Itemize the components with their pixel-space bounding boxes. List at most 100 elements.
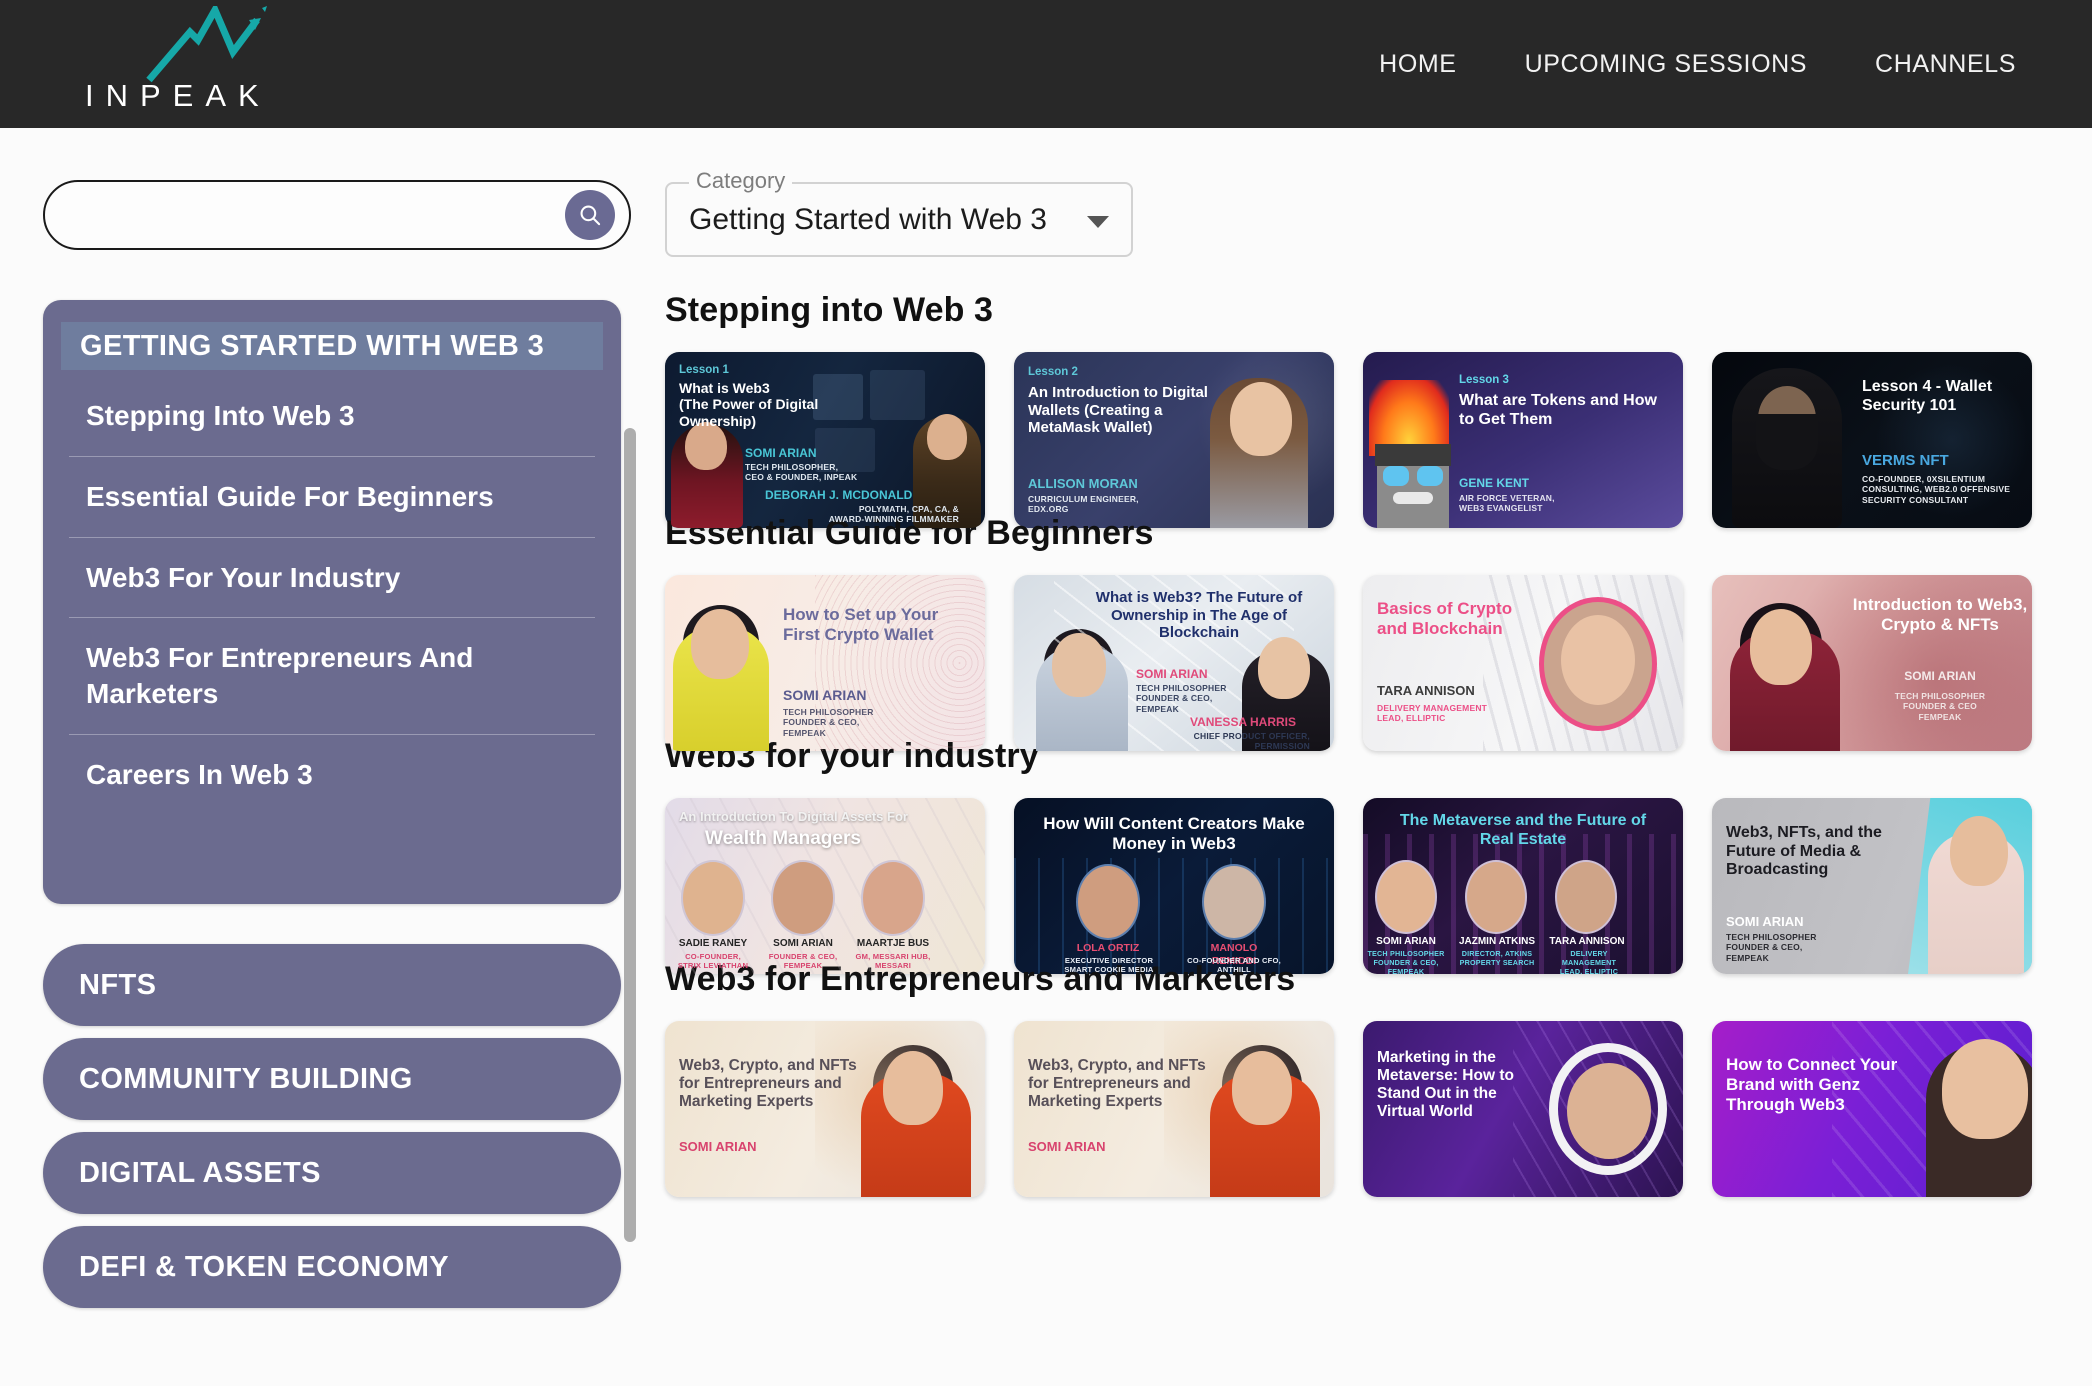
card-headline: Web3, Crypto, and NFTs for Entrepreneurs… (1028, 1057, 1206, 1111)
video-card[interactable]: How to Set up Your First Crypto Wallet S… (665, 575, 985, 751)
card-headline: Wealth Managers (705, 828, 861, 849)
card-speaker-role: TECH PHILOSOPHER FOUNDER & CEO, FEMPEAK (1367, 949, 1445, 974)
main-nav: HOME UPCOMING SESSIONS CHANNELS (1379, 0, 2016, 128)
card-eyebrow: Lesson 3 (1459, 374, 1509, 386)
card-headline: Web3, NFTs, and the Future of Media & Br… (1726, 824, 1882, 879)
card-speaker-role: EXECUTIVE DIRECTOR SMART COOKIE MEDIA (1064, 956, 1154, 974)
sidebar-item-web3-for-entrepreneurs[interactable]: Web3 For Entrepreneurs And Marketers (69, 618, 595, 736)
video-card[interactable]: Lesson 4 - Wallet Security 101 VERMS NFT… (1712, 352, 2032, 528)
card-eyebrow: Lesson 1 (679, 364, 729, 376)
card-eyebrow: Lesson 2 (1028, 366, 1078, 378)
card-speaker-role: TECH PHILOSOPHER FOUNDER & CEO FEMPEAK (1894, 691, 1986, 722)
category-select[interactable]: Category Getting Started with Web 3 (665, 168, 1133, 257)
search-box[interactable] (43, 180, 631, 250)
sidebar-group-defi-token-economy[interactable]: DEFI & TOKEN ECONOMY (43, 1226, 621, 1308)
card-speaker-name: SOMI ARIAN (1904, 669, 1976, 683)
video-card[interactable]: Basics of Crypto and Blockchain TARA ANN… (1363, 575, 1683, 751)
section-stepping-into-web3: Stepping into Web 3 Lesson 1 What is Web… (665, 291, 2085, 528)
card-speaker-name: SADIE RANEY (678, 938, 748, 949)
card-speaker-role: DELIVERY MANAGEMENT LEAD, ELLIPTIC (1559, 949, 1619, 974)
card-speaker-role: DELIVERY MANAGEMENT LEAD, ELLIPTIC (1377, 703, 1488, 724)
section-essential-guide: Essential Guide for Beginners How to Set… (665, 514, 2085, 751)
sidebar-group-header-active[interactable]: GETTING STARTED WITH WEB 3 (61, 322, 603, 370)
sidebar-group-getting-started: GETTING STARTED WITH WEB 3 Stepping Into… (43, 300, 621, 904)
card-speaker-name: LOLA ORTIZ (1076, 942, 1140, 954)
card-speaker-name: DEBORAH J. MCDONALD (765, 488, 913, 502)
sidebar: GETTING STARTED WITH WEB 3 Stepping Into… (0, 128, 640, 1386)
card-speaker-name: SOMI ARIAN (1726, 914, 1804, 929)
search-icon (580, 205, 601, 226)
card-speaker-name: SOMI ARIAN (783, 687, 867, 703)
sidebar-item-stepping-into-web3[interactable]: Stepping Into Web 3 (69, 376, 595, 457)
main-content: Category Getting Started with Web 3 Step… (640, 128, 2092, 1386)
section-title: Stepping into Web 3 (665, 291, 994, 329)
video-card[interactable]: How to Connect Your Brand with Genz Thro… (1712, 1021, 2032, 1197)
card-speaker-role: CHIEF PRODUCT OFFICER, PERMISSION (1193, 731, 1310, 751)
card-speaker-role: TECH PHILOSOPHER FOUNDER & CEO, FEMPEAK (1726, 932, 1817, 963)
card-speaker-name: TARA ANNISON (1549, 936, 1625, 947)
card-headline: An Introduction to Digital Wallets (Crea… (1028, 384, 1208, 437)
sidebar-group-digital-assets[interactable]: DIGITAL ASSETS (43, 1132, 621, 1214)
search-button[interactable] (565, 190, 615, 240)
card-speaker-role: DIRECTOR, ATKINS PROPERTY SEARCH (1459, 949, 1535, 967)
card-speaker-name: MAARTJE BUS (856, 938, 930, 949)
video-card[interactable]: What is Web3? The Future of Ownership in… (1014, 575, 1334, 751)
category-select-legend: Category (689, 168, 793, 194)
video-card[interactable]: Marketing in the Metaverse: How to Stand… (1363, 1021, 1683, 1197)
card-headline: Basics of Crypto and Blockchain (1377, 599, 1513, 638)
card-headline: What is Web3 (The Power of Digital Owner… (679, 380, 819, 429)
video-card[interactable]: Introduction to Web3, Crypto & NFTs SOMI… (1712, 575, 2032, 751)
sidebar-item-web3-for-your-industry[interactable]: Web3 For Your Industry (69, 538, 595, 619)
video-card[interactable]: Web3, NFTs, and the Future of Media & Br… (1712, 798, 2032, 974)
nav-item-channels[interactable]: CHANNELS (1875, 50, 2016, 79)
card-row: Web3, Crypto, and NFTs for Entrepreneurs… (665, 1021, 2085, 1197)
search-input[interactable] (71, 201, 565, 229)
video-card[interactable]: The Metaverse and the Future of Real Est… (1363, 798, 1683, 974)
sidebar-scrollbar[interactable] (624, 428, 636, 1242)
card-speaker-role: TECH PHILOSOPHER FOUNDER & CEO, FEMPEAK (783, 707, 874, 738)
category-select-value: Getting Started with Web 3 (689, 203, 1047, 236)
video-card[interactable]: Web3, Crypto, and NFTs for Entrepreneurs… (665, 1021, 985, 1197)
card-headline: Marketing in the Metaverse: How to Stand… (1377, 1049, 1514, 1121)
card-speaker-name: SOMI ARIAN (679, 1139, 757, 1154)
card-speaker-role: TECH PHILOSOPHER FOUNDER & CEO, FEMPEAK (1136, 683, 1227, 714)
video-card[interactable]: Web3, Crypto, and NFTs for Entrepreneurs… (1014, 1021, 1334, 1197)
card-speaker-name: GENE KENT (1459, 476, 1530, 490)
card-speaker-name: SOMI ARIAN (1376, 936, 1436, 947)
card-speaker-role: AIR FORCE VETERAN, WEB3 EVANGELIST (1459, 493, 1555, 514)
card-speaker-role: CURRICULUM ENGINEER, EDX.ORG (1028, 494, 1139, 515)
sidebar-group-community-building[interactable]: COMMUNITY BUILDING (43, 1038, 621, 1120)
top-navigation-bar: INPEAK HOME UPCOMING SESSIONS CHANNELS (0, 0, 2092, 128)
video-card[interactable]: Lesson 2 An Introduction to Digital Wall… (1014, 352, 1334, 528)
video-card[interactable]: How Will Content Creators Make Money in … (1014, 798, 1334, 974)
card-speaker-name: VERMS NFT (1862, 452, 1949, 469)
card-headline: Lesson 4 - Wallet Security 101 (1862, 378, 1993, 414)
card-row: Lesson 1 What is Web3 (The Power of Digi… (665, 352, 2085, 528)
sidebar-group-nfts[interactable]: NFTS (43, 944, 621, 1026)
card-speaker-role: CO-FOUNDER, STRIX LEVIATHAN (677, 952, 749, 971)
card-headline: How to Set up Your First Crypto Wallet (783, 605, 939, 644)
sidebar-item-careers-in-web3[interactable]: Careers In Web 3 (69, 735, 595, 815)
card-speaker-name: SOMI ARIAN (1136, 667, 1208, 681)
section-web3-for-entrepreneurs: Web3 for Entrepreneurs and Marketers Web… (665, 960, 2085, 1197)
brand-logo[interactable]: INPEAK (85, 4, 345, 122)
card-speaker-name: TARA ANNISON (1377, 683, 1475, 698)
card-headline: Web3, Crypto, and NFTs for Entrepreneurs… (679, 1057, 857, 1111)
brand-wordmark: INPEAK (85, 78, 271, 113)
video-card[interactable]: An Introduction To Digital Assets For We… (665, 798, 985, 974)
card-speaker-name: SOMI ARIAN (745, 446, 817, 460)
nav-item-home[interactable]: HOME (1379, 50, 1456, 79)
card-speaker-name: VANESSA HARRIS (1189, 715, 1296, 729)
card-speaker-name: SOMI ARIAN (1028, 1139, 1106, 1154)
card-headline: Introduction to Web3, Crypto & NFTs (1852, 595, 2028, 634)
nav-item-upcoming-sessions[interactable]: UPCOMING SESSIONS (1525, 50, 1807, 79)
card-headline: What is Web3? The Future of Ownership in… (1095, 589, 1303, 642)
card-speaker-name: JAZMIN ATKINS (1458, 936, 1536, 947)
card-speaker-role: GM, MESSARI HUB, MESSARI (855, 952, 931, 971)
video-card[interactable]: Lesson 1 What is Web3 (The Power of Digi… (665, 352, 985, 528)
sidebar-item-essential-guide-for-beginners[interactable]: Essential Guide For Beginners (69, 457, 595, 538)
peak-chart-logo-icon (146, 6, 267, 83)
video-card[interactable]: Lesson 3 What are Tokens and How to Get … (1363, 352, 1683, 528)
card-headline: How Will Content Creators Make Money in … (1043, 814, 1305, 853)
card-headline: How to Connect Your Brand with Genz Thro… (1726, 1055, 1898, 1114)
